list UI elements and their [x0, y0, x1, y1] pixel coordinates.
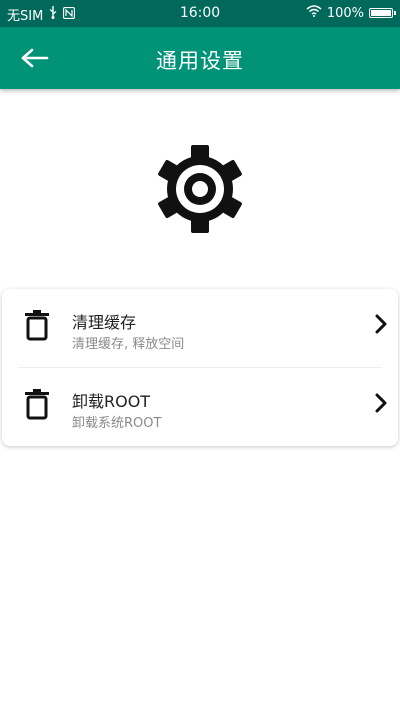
status-right: 100% — [306, 5, 396, 21]
wifi-icon — [306, 5, 322, 21]
row-subtitle: 卸载系统ROOT — [72, 416, 162, 431]
status-bar: 无SIM 16:00 100% — [0, 0, 400, 27]
row-title: 清理缓存 — [72, 313, 137, 332]
settings-card: 清理缓存 清理缓存, 释放空间 卸载ROOT 卸载系统ROOT — [2, 289, 398, 446]
battery-level — [371, 10, 391, 16]
battery-percent: 100% — [326, 5, 364, 21]
row-subtitle: 清理缓存, 释放空间 — [72, 337, 185, 352]
row-title: 卸载ROOT — [72, 392, 151, 411]
uninstall-root-row[interactable]: 卸载ROOT 卸载系统ROOT — [2, 368, 398, 446]
app-bar: 通用设置 — [0, 27, 400, 89]
page-title: 通用设置 — [156, 49, 244, 73]
chevron-right-icon — [374, 313, 388, 335]
clear-cache-row[interactable]: 清理缓存 清理缓存, 释放空间 — [2, 289, 398, 368]
chevron-right-icon — [374, 392, 388, 414]
battery-icon — [369, 8, 396, 18]
gear-icon — [155, 144, 245, 234]
trash-icon — [24, 309, 50, 341]
trash-icon — [24, 388, 50, 420]
